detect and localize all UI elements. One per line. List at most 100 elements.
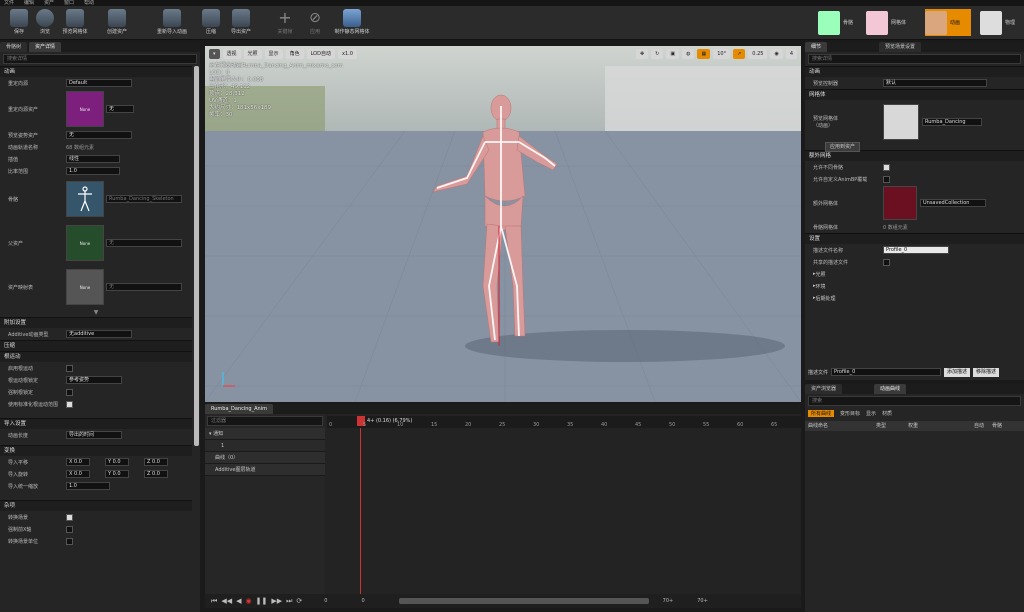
translation-y-input[interactable]: Y 0.0 (105, 458, 129, 466)
retarget-source-dropdown[interactable]: Default (66, 79, 132, 87)
track-notifies[interactable]: ▾ 通知 (205, 428, 325, 440)
additive-type-dropdown[interactable]: 无additive (66, 330, 132, 338)
section-right-animation[interactable]: 动画 (805, 66, 1024, 77)
scale-snap-icon[interactable]: ↗ (733, 49, 746, 59)
browse-button[interactable]: 浏览 (28, 8, 62, 38)
lod-button[interactable]: LOD自动 (306, 49, 335, 59)
left-search-input[interactable]: 搜索详情 (3, 54, 197, 64)
mode-physics[interactable]: 物理 (980, 9, 1022, 36)
rotation-snap-value[interactable]: 10° (713, 49, 731, 59)
remove-profile-button[interactable]: 移除描述 (973, 367, 1000, 377)
step-forward-icon[interactable]: ▶▶ (271, 597, 282, 605)
character-button[interactable]: 角色 (285, 49, 304, 59)
rotation-x-input[interactable]: X 0.0 (66, 470, 90, 478)
curves-search-input[interactable]: 搜索 (808, 396, 1021, 406)
rate-scale-input[interactable]: 1.0 (66, 167, 120, 175)
section-light[interactable]: ▸ 光照 (805, 268, 1024, 280)
profile-dropdown[interactable]: Profile_0 (831, 368, 942, 376)
skeleton-picker[interactable]: Rumba_Dancing_Skeleton (106, 195, 182, 203)
section-import-settings[interactable]: 导入设置 (0, 418, 192, 429)
preview-mesh-picker[interactable]: Rumba_Dancing (922, 118, 982, 126)
perspective-button[interactable]: 透视 (222, 49, 241, 59)
enable-root-motion-checkbox[interactable] (66, 364, 73, 372)
add-profile-button[interactable]: 添加描述 (944, 367, 971, 377)
export-button[interactable]: 导出资产 (224, 8, 258, 38)
section-post-process[interactable]: ▸ 后期处理 (805, 292, 1024, 304)
compress-button[interactable]: 压缩 (194, 8, 228, 38)
filter-all-curves[interactable]: 所有曲线 (808, 410, 835, 417)
filter-material[interactable]: 材质 (882, 410, 892, 417)
world-icon[interactable]: ◍ (682, 49, 695, 59)
section-misc[interactable]: 杂项 (0, 500, 192, 511)
asset-map-picker[interactable]: 无 (106, 283, 182, 291)
apply-to-asset-button[interactable]: 应用到资产 (825, 142, 861, 152)
rotate-icon[interactable]: ↻ (651, 49, 664, 59)
create-asset-button[interactable]: 创建资产 (100, 8, 134, 38)
allow-different-skeletons-checkbox[interactable] (883, 163, 890, 171)
mode-mesh[interactable]: 网格体 (866, 9, 922, 36)
time-ruler[interactable]: 4+ (0.16) (6.79%) 0 5 10 15 20 25 30 35 … (327, 416, 801, 428)
track-notify-1[interactable]: 1 (205, 440, 325, 452)
allow-custom-animbp-checkbox[interactable] (883, 175, 890, 183)
normalized-root-checkbox[interactable] (66, 400, 73, 408)
section-additive[interactable]: 附加设置 (0, 317, 192, 328)
profile-name-input[interactable]: Profile_0 (883, 246, 949, 254)
translation-x-input[interactable]: X 0.0 (66, 458, 90, 466)
surface-snap-icon[interactable]: ▦ (697, 49, 711, 59)
left-scrollbar[interactable] (194, 66, 199, 446)
preview-pose-picker[interactable]: 无 (66, 131, 132, 139)
tab-anim-sequence[interactable]: Rumba_Dancing_Anim (205, 404, 273, 414)
scale-snap-value[interactable]: 0.25 (748, 49, 768, 59)
parent-asset-picker[interactable]: 无 (106, 239, 182, 247)
convert-units-checkbox[interactable] (66, 537, 73, 545)
viewport[interactable]: ▾ 透视 光照 显示 角色 LOD自动 x1.0 ✥ ↻ ▣ ◍ ▦ 10° ↗… (205, 46, 801, 402)
section-environment[interactable]: ▸ 环境 (805, 280, 1024, 292)
force-front-x-checkbox[interactable] (66, 525, 73, 533)
apply-button[interactable]: ⊘ 应用 (298, 8, 332, 38)
translation-z-input[interactable]: Z 0.0 (144, 458, 168, 466)
rotation-z-input[interactable]: Z 0.0 (144, 470, 168, 478)
key-button[interactable]: + 关键帧 (268, 8, 302, 38)
record-icon[interactable]: ◉ (245, 597, 251, 605)
tab-asset-details[interactable]: 资产详情 (29, 42, 62, 52)
timeline-scrollbar[interactable] (398, 598, 649, 604)
lighting-button[interactable]: 光照 (243, 49, 262, 59)
filter-morph-targets[interactable]: 变形目标 (840, 410, 860, 417)
timeline-filter-input[interactable]: 过滤器 (207, 416, 323, 426)
preview-controller-dropdown[interactable]: 默认 (883, 79, 987, 87)
section-animation[interactable]: 动画 (0, 66, 192, 77)
expand-arrow-icon[interactable]: ▼ (0, 309, 192, 317)
reimport-button[interactable]: 重新导入动画 (152, 8, 192, 38)
convert-scene-checkbox[interactable] (66, 513, 73, 521)
tab-asset-browser[interactable]: 资产浏览器 (805, 384, 843, 394)
camera-speed-value[interactable]: 4 (785, 49, 797, 59)
root-lock-dropdown[interactable]: 参考姿势 (66, 376, 122, 384)
extra-mesh-picker[interactable]: UnsavedCollection (920, 199, 986, 207)
show-button[interactable]: 显示 (264, 49, 283, 59)
translate-icon[interactable]: ✥ (635, 49, 649, 59)
section-mesh[interactable]: 网格体 (805, 89, 1024, 100)
tab-preview-scene[interactable]: 预览场景设置 (879, 42, 922, 52)
track-curves[interactable]: 曲线（0） (205, 452, 325, 464)
anim-length-dropdown[interactable]: 导出的时间 (66, 431, 122, 439)
playback-speed-button[interactable]: x1.0 (337, 49, 357, 59)
tab-skeleton-tree[interactable]: 骨骼树 (0, 42, 28, 52)
import-scale-input[interactable]: 1.0 (66, 482, 110, 490)
pause-icon[interactable]: ❚❚ (256, 597, 268, 605)
section-transform[interactable]: 变换 (0, 445, 192, 456)
tab-anim-curves[interactable]: 动画曲线 (874, 384, 907, 394)
mode-skeleton[interactable]: 骨骼 (818, 9, 864, 36)
tab-details[interactable]: 细节 (805, 42, 828, 52)
to-end-icon[interactable]: ⏭ (286, 597, 292, 606)
camera-speed-icon[interactable]: ◉ (770, 49, 783, 59)
interpolation-dropdown[interactable]: 线性 (66, 155, 120, 163)
track-additive[interactable]: Additive图层轨道 (205, 464, 325, 476)
retarget-asset-picker[interactable]: 无 (106, 105, 134, 113)
right-search-input[interactable]: 搜索详情 (808, 54, 1021, 64)
rotation-y-input[interactable]: Y 0.0 (105, 470, 129, 478)
force-root-lock-checkbox[interactable] (66, 388, 73, 396)
make-static-mesh-button[interactable]: 制作静态网格体 (330, 8, 374, 38)
section-root-motion[interactable]: 根运动 (0, 351, 192, 362)
filter-show[interactable]: 显示 (866, 410, 876, 417)
section-compression[interactable]: 压缩 (0, 340, 192, 351)
